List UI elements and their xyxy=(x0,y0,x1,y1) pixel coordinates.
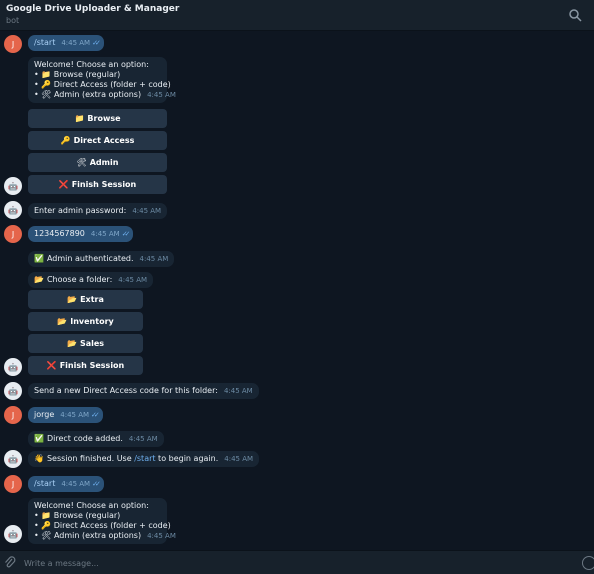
user-avatar[interactable]: J xyxy=(4,475,22,493)
paperclip-icon[interactable] xyxy=(4,556,16,570)
bot-message: Enter admin password: 4:45 AM xyxy=(28,203,168,219)
message-text: Session finished. Use xyxy=(46,454,135,463)
folder-inventory-button[interactable]: 📂 Inventory xyxy=(28,312,143,331)
message-time: 4:45 AM xyxy=(61,480,91,488)
browse-button[interactable]: 📁 Browse xyxy=(28,109,167,128)
message-line: • 🔑 Direct Access (folder + code) xyxy=(34,80,171,89)
message-list[interactable]: J /start 4:45 AM ✓✓ Welcome! Choose an opt… xyxy=(0,31,594,550)
message-line: • 🛠 Admin (extra options) 4:45 AM xyxy=(34,531,176,540)
bot-message: ✅ Direct code added. 4:45 AM xyxy=(28,431,164,447)
bot-message: 👋 Session finished. Use /start to begin a… xyxy=(28,451,260,467)
folder-icon: 📂 xyxy=(34,275,44,284)
message-line: Welcome! Choose an option: xyxy=(34,501,149,510)
chat-header: Google Drive Uploader & Manager bot xyxy=(0,0,594,31)
bot-avatar[interactable]: 🤖 xyxy=(4,201,22,219)
button-label: Inventory xyxy=(70,317,114,326)
message-text: 1234567890 xyxy=(34,229,85,238)
tools-icon: 🛠 xyxy=(76,158,87,167)
bot-avatar[interactable]: 🤖 xyxy=(4,525,22,543)
direct-access-button[interactable]: 🔑 Direct Access xyxy=(28,131,167,150)
user-avatar[interactable]: J xyxy=(4,35,22,53)
bot-message: Send a new Direct Access code for this f… xyxy=(28,383,259,399)
message-time: 4:45 AM xyxy=(90,230,120,238)
message-text: to begin again. xyxy=(155,454,219,463)
button-label: Direct Access xyxy=(73,136,135,145)
button-label: Admin xyxy=(89,158,119,167)
folder-sales-button[interactable]: 📂 Sales xyxy=(28,334,143,353)
user-avatar[interactable]: J xyxy=(4,225,22,243)
folder-icon: 📂 xyxy=(66,339,77,348)
message-line: • 🛠 Admin (extra options) 4:45 AM xyxy=(34,90,176,99)
button-label: Extra xyxy=(80,295,104,304)
button-label: Sales xyxy=(79,339,105,348)
bot-avatar[interactable]: 🤖 xyxy=(4,177,22,195)
message-line: Welcome! Choose an option: xyxy=(34,60,149,69)
emoji-icon[interactable] xyxy=(582,556,594,570)
read-checkmarks-icon: ✓✓ xyxy=(91,411,100,419)
button-label: Finish Session xyxy=(71,180,137,189)
message-text: /start xyxy=(34,38,56,47)
user-message: /start 4:45 AM ✓✓ xyxy=(28,35,104,51)
search-icon[interactable] xyxy=(568,8,582,22)
user-message: jorge 4:45 AM ✓✓ xyxy=(28,407,103,423)
message-input[interactable] xyxy=(22,554,566,572)
finish-session-button[interactable]: ❌ Finish Session xyxy=(28,175,167,194)
key-icon: 🔑 xyxy=(60,136,71,145)
bot-message: 📂 Choose a folder: 4:45 AM xyxy=(28,272,154,288)
bot-message: Welcome! Choose an option: • 📁 Browse (r… xyxy=(28,498,176,544)
read-checkmarks-icon: ✓✓ xyxy=(92,480,101,488)
folder-icon: 📂 xyxy=(67,295,78,304)
folder-icon: 📂 xyxy=(57,317,68,326)
button-label: Finish Session xyxy=(59,361,125,370)
message-time: 4:45 AM xyxy=(223,387,253,395)
bot-avatar[interactable]: 🤖 xyxy=(4,382,22,400)
bot-message: Welcome! Choose an option: • 📁 Browse (r… xyxy=(28,57,176,103)
finish-session-button[interactable]: ❌ Finish Session xyxy=(28,356,143,375)
message-text: Admin authenticated. xyxy=(46,254,134,263)
message-line: • 🔑 Direct Access (folder + code) xyxy=(34,521,171,530)
message-text: /start xyxy=(34,479,56,488)
bot-avatar[interactable]: 🤖 xyxy=(4,450,22,468)
folder-icon: 📁 xyxy=(74,114,85,123)
read-checkmarks-icon: ✓✓ xyxy=(92,39,101,47)
bot-message: ✅ Admin authenticated. 4:45 AM xyxy=(28,251,175,267)
message-time: 4:45 AM xyxy=(118,276,148,284)
user-message: /start 4:45 AM ✓✓ xyxy=(28,476,104,492)
message-time: 4:45 AM xyxy=(139,255,169,263)
message-time: 4:45 AM xyxy=(132,207,162,215)
message-text: Enter admin password: xyxy=(34,206,127,215)
chat-title: Google Drive Uploader & Manager xyxy=(6,4,180,14)
start-command-link[interactable]: /start xyxy=(134,454,155,463)
check-mark-icon: ✅ xyxy=(34,254,44,263)
user-message: 1234567890 4:45 AM ✓✓ xyxy=(28,226,134,242)
message-line: • 📁 Browse (regular) xyxy=(34,511,121,520)
check-mark-icon: ✅ xyxy=(34,434,44,443)
cross-mark-icon: ❌ xyxy=(58,180,69,189)
message-composer xyxy=(0,550,594,574)
message-time: 4:45 AM xyxy=(61,39,91,47)
admin-button[interactable]: 🛠 Admin xyxy=(28,153,167,172)
message-time: 4:45 AM xyxy=(147,532,176,540)
chat-subtitle: bot xyxy=(6,16,20,25)
button-label: Browse xyxy=(87,114,121,123)
message-text: Direct code added. xyxy=(46,434,123,443)
waving-hand-icon: 👋 xyxy=(34,454,44,463)
folder-extra-button[interactable]: 📂 Extra xyxy=(28,290,143,309)
message-time: 4:45 AM xyxy=(147,91,176,99)
message-text: Choose a folder: xyxy=(46,275,113,284)
bot-avatar[interactable]: 🤖 xyxy=(4,358,22,376)
message-time: 4:45 AM xyxy=(60,411,90,419)
message-text: Send a new Direct Access code for this f… xyxy=(34,386,218,395)
user-avatar[interactable]: J xyxy=(4,406,22,424)
message-time: 4:45 AM xyxy=(224,455,254,463)
message-line: • 📁 Browse (regular) xyxy=(34,70,121,79)
read-checkmarks-icon: ✓✓ xyxy=(121,230,131,238)
message-time: 4:45 AM xyxy=(128,435,158,443)
cross-mark-icon: ❌ xyxy=(46,361,57,370)
message-text: jorge xyxy=(34,410,55,419)
